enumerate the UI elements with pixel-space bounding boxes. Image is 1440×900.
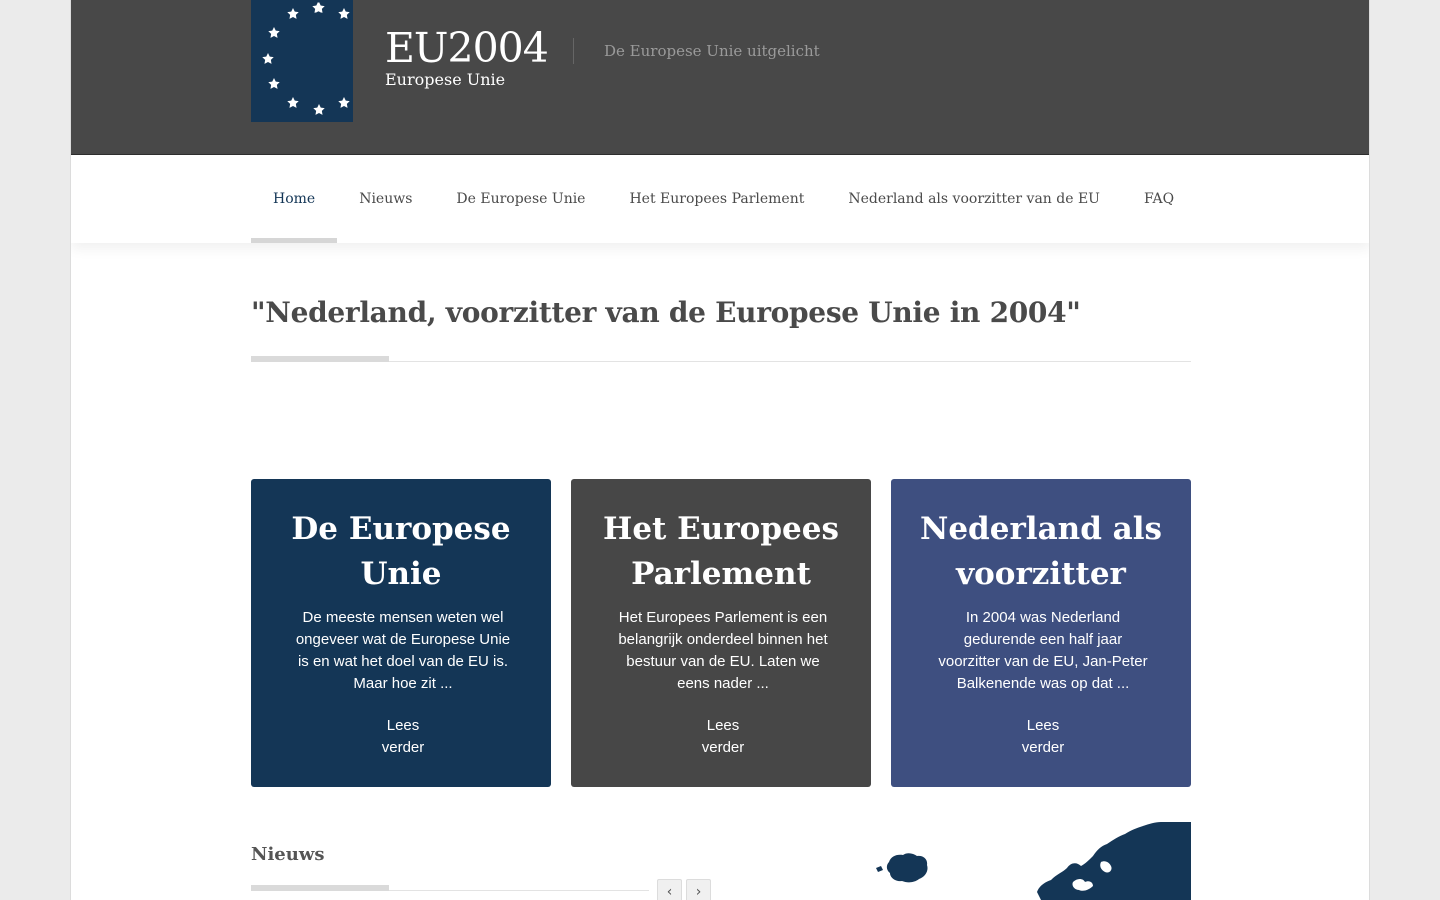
read-more-line: verder	[1021, 739, 1065, 756]
news-next-button[interactable]: ›	[686, 879, 711, 900]
europe-map	[801, 822, 1191, 900]
card-title-line: Nederland als	[920, 511, 1162, 547]
news-accent-bar	[251, 885, 389, 891]
card-title-line: Unie	[360, 556, 442, 592]
card-title-line: voorzitter	[956, 556, 1126, 592]
nav-item-nederland-voorzitter[interactable]: Nederland als voorzitter van de EU	[826, 155, 1122, 243]
card-europees-parlement[interactable]: Het Europees Parlement Het Europees Parl…	[571, 479, 871, 787]
chevron-left-icon: ‹	[666, 883, 673, 900]
card-nederland-voorzitter[interactable]: Nederland als voorzitter In 2004 was Ned…	[891, 479, 1191, 787]
tagline-divider	[573, 38, 574, 64]
eu-stars-icon	[262, 2, 350, 115]
heading-divider	[251, 361, 1191, 362]
heading-accent-bar	[251, 356, 389, 362]
nav-item-europees-parlement[interactable]: Het Europees Parlement	[607, 155, 826, 243]
nav-item-europese-unie[interactable]: De Europese Unie	[434, 155, 607, 243]
read-more-link[interactable]: Lees verder	[691, 715, 755, 759]
card-europese-unie[interactable]: De Europese Unie De meeste mensen weten …	[251, 479, 551, 787]
card-title-line: Het Europees	[603, 511, 839, 547]
nav-item-nieuws[interactable]: Nieuws	[337, 155, 434, 243]
read-more-line: verder	[381, 739, 425, 756]
map-shape	[876, 866, 883, 872]
card-title: Het Europees Parlement	[591, 507, 851, 597]
main-navigation: Home Nieuws De Europese Unie Het Europee…	[71, 155, 1369, 243]
read-more-line: Lees	[386, 717, 420, 734]
read-more-link[interactable]: Lees verder	[371, 715, 435, 759]
site-tagline: De Europese Unie uitgelicht	[604, 42, 820, 60]
read-more-line: Lees	[706, 717, 740, 734]
nav-item-faq[interactable]: FAQ	[1122, 155, 1196, 243]
card-text: In 2004 was Nederland gedurende een half…	[938, 609, 1148, 692]
map-shape	[1037, 822, 1191, 900]
read-more-link[interactable]: Lees verder	[1011, 715, 1075, 759]
site-header: EU2004 Europese Unie De Europese Unie ui…	[71, 0, 1369, 155]
europe-map-icon	[876, 822, 1191, 900]
card-title: Nederland als voorzitter	[911, 507, 1171, 597]
chevron-right-icon: ›	[695, 883, 702, 900]
nav-item-home[interactable]: Home	[251, 155, 338, 243]
card-text: Het Europees Parlement is een belangrijk…	[618, 609, 828, 692]
page: EU2004 Europese Unie De Europese Unie ui…	[70, 0, 1370, 900]
card-text: De meeste mensen weten wel ongeveer wat …	[295, 609, 511, 692]
card-title-line: De Europese	[291, 511, 511, 547]
news-section-title: Nieuws	[251, 844, 325, 865]
card-title-line: Parlement	[631, 556, 811, 592]
logo-subtitle: Europese Unie	[385, 70, 506, 89]
news-prev-button[interactable]: ‹	[657, 879, 682, 900]
map-shape	[886, 853, 928, 883]
card-title: De Europese Unie	[271, 507, 531, 597]
page-title: "Nederland, voorzitter van de Europese U…	[251, 296, 1081, 329]
read-more-line: Lees	[1026, 717, 1060, 734]
logo-title: EU2004	[385, 24, 549, 72]
site-logo[interactable]: EU2004 Europese Unie	[251, 0, 551, 122]
read-more-line: verder	[701, 739, 745, 756]
